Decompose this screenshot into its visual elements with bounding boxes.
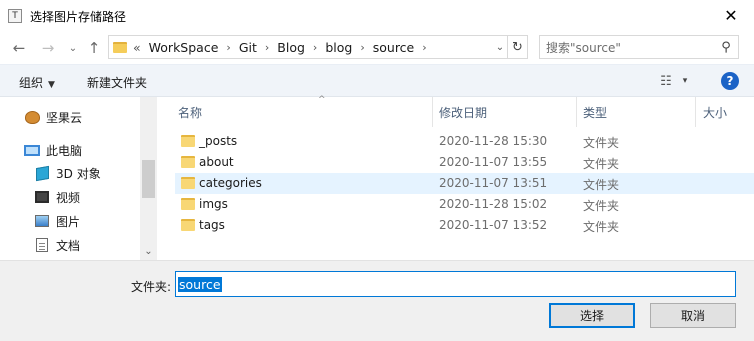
breadcrumb-separator[interactable]: › xyxy=(226,41,230,54)
folder-icon xyxy=(181,135,195,147)
file-name: about xyxy=(199,155,234,169)
file-type: 文件夹 xyxy=(583,157,620,171)
address-dropdown-chevron-icon[interactable]: ⌄ xyxy=(493,36,507,58)
sidebar-item-this-pc[interactable]: 此电脑 xyxy=(24,140,82,160)
folder-field-label: 文件夹: xyxy=(131,280,172,294)
file-type: 文件夹 xyxy=(583,136,620,150)
search-icon[interactable]: ⚲ xyxy=(718,39,734,55)
film-icon xyxy=(34,189,50,205)
breadcrumb-blog-upper[interactable]: Blog xyxy=(277,40,305,55)
sidebar-item-3d-objects[interactable]: 3D 对象 xyxy=(34,163,101,183)
window-title: 选择图片存储路径 xyxy=(30,10,127,24)
breadcrumb-overflow[interactable]: « xyxy=(133,40,141,55)
organize-button[interactable]: 组织 ▼ xyxy=(19,74,55,91)
sidebar-item-label: 文档 xyxy=(56,238,81,253)
breadcrumb-blog[interactable]: blog xyxy=(325,40,352,55)
scroll-down-icon[interactable]: ⌄ xyxy=(140,243,157,260)
table-row[interactable]: _posts 2020-11-28 15:30 文件夹 xyxy=(175,131,754,152)
file-name: categories xyxy=(199,176,262,190)
cancel-button[interactable]: 取消 xyxy=(650,303,736,328)
sort-ascending-icon: ^ xyxy=(318,95,326,105)
file-list: 名称 ^ 修改日期 类型 大小 _posts 2020-11-28 15:30 … xyxy=(157,95,754,260)
sidebar-scrollbar[interactable]: ⌄ xyxy=(140,97,157,260)
file-modified: 2020-11-07 13:52 xyxy=(439,218,548,232)
nut-icon xyxy=(24,109,40,125)
view-options-icon[interactable]: ☷ xyxy=(656,73,676,89)
file-modified: 2020-11-07 13:51 xyxy=(439,176,548,190)
back-arrow-icon[interactable]: ← xyxy=(8,37,30,59)
sidebar-item-jianguoyun[interactable]: 坚果云 xyxy=(24,107,82,127)
folder-icon xyxy=(181,156,195,168)
folder-name-input[interactable]: source xyxy=(175,271,736,297)
recent-locations-chevron-icon[interactable]: ⌄ xyxy=(67,37,79,59)
sidebar-item-documents[interactable]: 文档 xyxy=(34,235,80,255)
address-bar[interactable]: « WorkSpace › Git › Blog › blog › source… xyxy=(108,35,528,59)
refresh-icon[interactable]: ↻ xyxy=(507,36,527,58)
sidebar-item-label: 视频 xyxy=(56,190,81,205)
column-header-type[interactable]: 类型 xyxy=(583,97,693,127)
column-divider[interactable] xyxy=(695,97,696,127)
help-icon[interactable]: ? xyxy=(721,72,739,90)
file-name: tags xyxy=(199,218,225,232)
sidebar-item-videos[interactable]: 视频 xyxy=(34,187,80,207)
column-name-label: 名称 xyxy=(178,105,203,120)
file-modified: 2020-11-28 15:30 xyxy=(439,134,548,148)
breadcrumb-separator[interactable]: › xyxy=(265,41,269,54)
title-bar: T 选择图片存储路径 ✕ xyxy=(0,0,754,31)
scrollbar-thumb[interactable] xyxy=(142,160,155,198)
app-icon: T xyxy=(8,9,22,23)
navigation-bar: ← → ⌄ ↑ « WorkSpace › Git › Blog › blog … xyxy=(0,31,754,64)
file-type: 文件夹 xyxy=(583,178,620,192)
computer-icon xyxy=(24,142,40,158)
sidebar-item-label: 3D 对象 xyxy=(56,166,101,181)
breadcrumb-separator[interactable]: › xyxy=(313,41,317,54)
table-row[interactable]: imgs 2020-11-28 15:02 文件夹 xyxy=(175,194,754,215)
table-row[interactable]: about 2020-11-07 13:55 文件夹 xyxy=(175,152,754,173)
column-divider[interactable] xyxy=(576,97,577,127)
file-name: _posts xyxy=(199,134,238,148)
sidebar-item-label: 图片 xyxy=(56,214,81,229)
column-header-name[interactable]: 名称 ^ xyxy=(178,95,436,127)
view-dropdown-caret-icon[interactable]: ▾ xyxy=(679,73,691,89)
up-arrow-icon[interactable]: ↑ xyxy=(83,37,105,59)
column-header-size[interactable]: 大小 xyxy=(703,97,743,127)
file-type: 文件夹 xyxy=(583,199,620,213)
forward-arrow-icon[interactable]: → xyxy=(37,37,59,59)
folder-icon xyxy=(113,41,127,53)
picture-icon xyxy=(34,213,50,229)
folder-icon xyxy=(181,198,195,210)
organize-label: 组织 xyxy=(19,76,44,90)
table-row[interactable]: tags 2020-11-07 13:52 文件夹 xyxy=(175,215,754,236)
column-divider[interactable] xyxy=(432,97,433,127)
search-input[interactable]: 搜索"source" ⚲ xyxy=(539,35,739,59)
breadcrumb-workspace[interactable]: WorkSpace xyxy=(149,40,219,55)
file-modified: 2020-11-28 15:02 xyxy=(439,197,548,211)
folder-icon xyxy=(181,177,195,189)
breadcrumb-separator[interactable]: › xyxy=(360,41,364,54)
folder-name-value: source xyxy=(178,276,222,292)
file-type: 文件夹 xyxy=(583,220,620,234)
select-button[interactable]: 选择 xyxy=(549,303,635,328)
sidebar-item-label: 坚果云 xyxy=(46,110,83,125)
document-icon xyxy=(34,237,50,253)
breadcrumb-git[interactable]: Git xyxy=(239,40,257,55)
navigation-pane: 坚果云 此电脑 3D 对象 视频 图片 文档 xyxy=(0,97,157,260)
dialog-footer: 文件夹: source 选择 取消 xyxy=(0,260,754,341)
command-toolbar: 组织 ▼ 新建文件夹 ☷ ▾ ? xyxy=(0,64,754,97)
cube-icon xyxy=(34,165,50,181)
column-header-modified[interactable]: 修改日期 xyxy=(439,97,576,127)
table-row[interactable]: categories 2020-11-07 13:51 文件夹 xyxy=(175,173,754,194)
breadcrumb-separator[interactable]: › xyxy=(422,41,426,54)
breadcrumb-source[interactable]: source xyxy=(373,40,415,55)
new-folder-button[interactable]: 新建文件夹 xyxy=(87,74,147,91)
file-name: imgs xyxy=(199,197,228,211)
sidebar-item-label: 此电脑 xyxy=(46,143,83,158)
sidebar-item-pictures[interactable]: 图片 xyxy=(34,211,80,231)
file-modified: 2020-11-07 13:55 xyxy=(439,155,548,169)
search-placeholder: 搜索"source" xyxy=(546,40,621,55)
caret-down-icon: ▼ xyxy=(48,80,55,90)
close-button[interactable]: ✕ xyxy=(708,0,754,31)
folder-icon xyxy=(181,219,195,231)
